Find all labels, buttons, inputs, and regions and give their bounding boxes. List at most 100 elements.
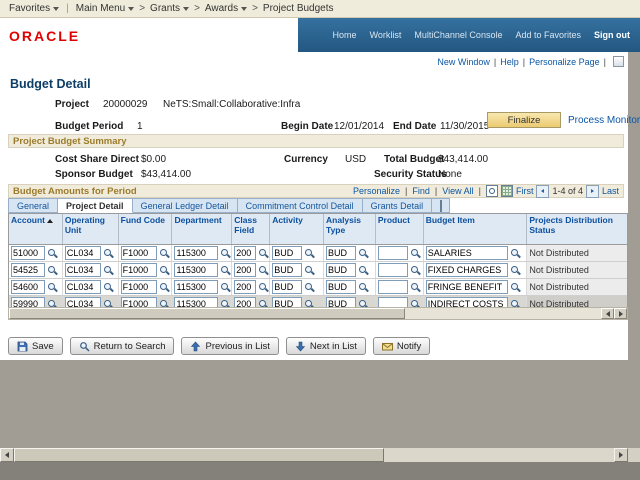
lookup-icon[interactable] bbox=[410, 282, 421, 293]
previous-rows-button[interactable] bbox=[536, 184, 550, 198]
lookup-icon[interactable] bbox=[304, 265, 315, 276]
lookup-icon[interactable] bbox=[103, 248, 114, 259]
class-field-input[interactable] bbox=[234, 263, 257, 277]
lookup-icon[interactable] bbox=[358, 265, 369, 276]
lookup-icon[interactable] bbox=[103, 282, 114, 293]
analysis-type-input[interactable] bbox=[326, 263, 357, 277]
copy-url-icon[interactable] bbox=[613, 56, 624, 67]
help-link[interactable]: Help bbox=[500, 57, 519, 67]
department-input[interactable] bbox=[174, 280, 219, 294]
lookup-icon[interactable] bbox=[220, 265, 231, 276]
header-link-worklist[interactable]: Worklist bbox=[370, 30, 402, 40]
sign-out-link[interactable]: Sign out bbox=[594, 30, 630, 40]
personalize-link[interactable]: Personalize bbox=[353, 186, 400, 196]
breadcrumb-item-favorites[interactable]: Favorites bbox=[9, 3, 60, 14]
view-all-link[interactable]: View All bbox=[442, 186, 473, 196]
breadcrumb-item-main-menu[interactable]: Main Menu bbox=[76, 3, 135, 14]
lookup-icon[interactable] bbox=[103, 265, 114, 276]
lookup-icon[interactable] bbox=[304, 282, 315, 293]
activity-input[interactable] bbox=[272, 280, 303, 294]
return-to-search-button[interactable]: Return to Search bbox=[69, 337, 175, 355]
lookup-icon[interactable] bbox=[510, 282, 521, 293]
operating-unit-input[interactable] bbox=[64, 280, 101, 294]
scroll-left-button[interactable] bbox=[0, 448, 14, 462]
tab-grants-detail[interactable]: Grants Detail bbox=[362, 198, 433, 213]
product-input[interactable] bbox=[377, 246, 408, 260]
fund-code-input[interactable] bbox=[120, 263, 157, 277]
department-input[interactable] bbox=[174, 263, 219, 277]
account-input[interactable] bbox=[11, 263, 45, 277]
column-header-analysis-type[interactable]: Analysis Type bbox=[324, 214, 376, 244]
breadcrumb-item-grants[interactable]: Grants bbox=[150, 3, 190, 14]
budget-item-input[interactable] bbox=[425, 280, 508, 294]
next-rows-button[interactable] bbox=[585, 184, 599, 198]
fund-code-input[interactable] bbox=[120, 246, 157, 260]
lookup-icon[interactable] bbox=[220, 282, 231, 293]
analysis-type-input[interactable] bbox=[326, 246, 357, 260]
operating-unit-input[interactable] bbox=[64, 246, 101, 260]
class-field-input[interactable] bbox=[234, 246, 257, 260]
scroll-left-button[interactable] bbox=[601, 308, 614, 319]
previous-in-list-button[interactable]: Previous in List bbox=[181, 337, 279, 355]
column-header-class-field[interactable]: Class Field bbox=[232, 214, 271, 244]
process-monitor-link[interactable]: Process Monitor bbox=[568, 115, 640, 126]
class-field-input[interactable] bbox=[234, 280, 257, 294]
column-header-budget-item[interactable]: Budget Item bbox=[424, 214, 528, 244]
analysis-type-input[interactable] bbox=[326, 280, 357, 294]
column-header-operating-unit[interactable]: Operating Unit bbox=[63, 214, 119, 244]
header-link-add-to-favorites[interactable]: Add to Favorites bbox=[515, 30, 581, 40]
find-link[interactable]: Find bbox=[412, 186, 430, 196]
header-link-home[interactable]: Home bbox=[333, 30, 357, 40]
window-horizontal-scrollbar[interactable] bbox=[0, 448, 628, 462]
lookup-icon[interactable] bbox=[159, 248, 170, 259]
download-to-excel-icon[interactable] bbox=[500, 185, 513, 197]
first-page-link[interactable]: First bbox=[516, 186, 534, 196]
budget-item-input[interactable] bbox=[425, 246, 508, 260]
lookup-icon[interactable] bbox=[410, 248, 421, 259]
scroll-right-button[interactable] bbox=[614, 308, 627, 319]
scrollbar-thumb[interactable] bbox=[9, 308, 405, 319]
lookup-icon[interactable] bbox=[510, 248, 521, 259]
header-link-multichannel-console[interactable]: MultiChannel Console bbox=[414, 30, 502, 40]
notify-button[interactable]: Notify bbox=[372, 337, 431, 355]
save-button[interactable]: Save bbox=[8, 337, 63, 355]
product-input[interactable] bbox=[377, 280, 408, 294]
lookup-icon[interactable] bbox=[159, 265, 170, 276]
grid-horizontal-scrollbar[interactable] bbox=[8, 307, 628, 320]
personalize-page-link[interactable]: Personalize Page bbox=[529, 57, 600, 67]
activity-input[interactable] bbox=[272, 246, 303, 260]
last-page-link[interactable]: Last bbox=[602, 186, 619, 196]
scroll-right-button[interactable] bbox=[614, 448, 628, 462]
breadcrumb-item-awards[interactable]: Awards bbox=[205, 3, 248, 14]
budget-item-input[interactable] bbox=[425, 263, 508, 277]
account-input[interactable] bbox=[11, 280, 45, 294]
tab-commitment-control-detail[interactable]: Commitment Control Detail bbox=[237, 198, 363, 213]
new-window-link[interactable]: New Window bbox=[437, 57, 490, 67]
lookup-icon[interactable] bbox=[258, 282, 269, 293]
tab-general[interactable]: General bbox=[8, 198, 59, 213]
lookup-icon[interactable] bbox=[159, 282, 170, 293]
finalize-button[interactable]: Finalize bbox=[487, 112, 561, 128]
column-header-activity[interactable]: Activity bbox=[270, 214, 325, 244]
tab-project-detail[interactable]: Project Detail bbox=[58, 198, 133, 213]
lookup-icon[interactable] bbox=[358, 248, 369, 259]
activity-input[interactable] bbox=[272, 263, 303, 277]
lookup-icon[interactable] bbox=[47, 265, 58, 276]
tab-general-ledger-detail[interactable]: General Ledger Detail bbox=[132, 198, 238, 213]
column-header-department[interactable]: Department bbox=[172, 214, 233, 244]
account-input[interactable] bbox=[11, 246, 45, 260]
product-input[interactable] bbox=[377, 263, 408, 277]
column-header-fund-code[interactable]: Fund Code bbox=[119, 214, 173, 244]
lookup-icon[interactable] bbox=[410, 265, 421, 276]
fund-code-input[interactable] bbox=[120, 280, 157, 294]
lookup-icon[interactable] bbox=[510, 265, 521, 276]
column-header-projects-distribution-status[interactable]: Projects Distribution Status bbox=[527, 214, 627, 244]
lookup-icon[interactable] bbox=[258, 248, 269, 259]
lookup-icon[interactable] bbox=[358, 282, 369, 293]
column-header-account[interactable]: Account bbox=[9, 214, 63, 244]
show-all-columns-tab[interactable] bbox=[432, 198, 451, 213]
operating-unit-input[interactable] bbox=[64, 263, 101, 277]
lookup-icon[interactable] bbox=[47, 248, 58, 259]
department-input[interactable] bbox=[174, 246, 219, 260]
next-in-list-button[interactable]: Next in List bbox=[285, 337, 366, 355]
